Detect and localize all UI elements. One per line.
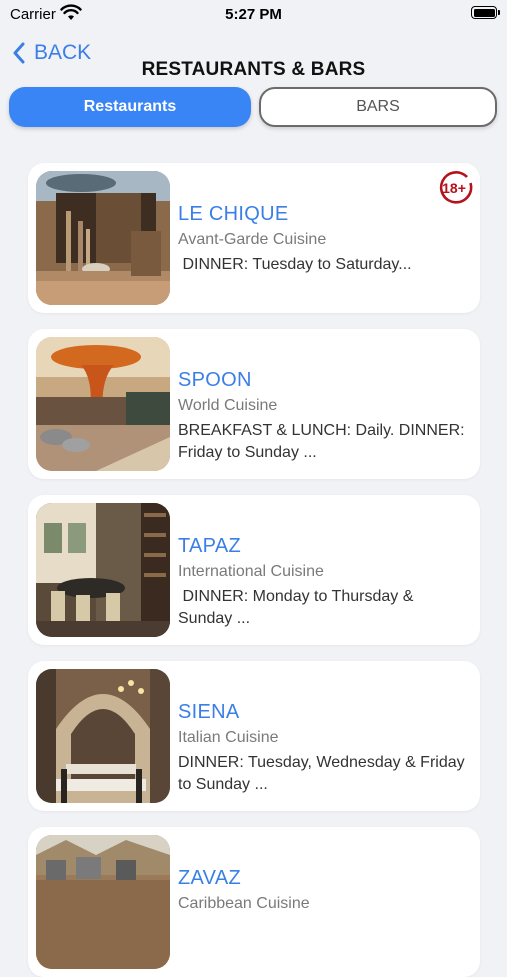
restaurant-card-siena[interactable]: SIENA Italian Cuisine DINNER: Tuesday, W…	[28, 661, 480, 811]
restaurant-hours: BREAKFAST & LUNCH: Daily. DINNER: Friday…	[178, 422, 465, 461]
restaurant-photo	[36, 171, 170, 305]
restaurant-name: ZAVAZ	[178, 867, 241, 889]
status-bar: Carrier 5:27 PM	[0, 0, 507, 30]
battery-icon	[471, 6, 500, 19]
page-title: RESTAURANTS & BARS	[141, 59, 366, 80]
restaurant-photo	[36, 503, 170, 637]
restaurant-photo	[36, 669, 170, 803]
restaurant-photo	[36, 337, 170, 471]
restaurant-card-zavaz[interactable]: ZAVAZ Caribbean Cuisine	[28, 827, 480, 977]
age-badge-label: 18+	[442, 180, 466, 196]
restaurant-cuisine: World Cuisine	[178, 397, 278, 414]
restaurant-cuisine: Avant-Garde Cuisine	[178, 231, 327, 248]
restaurant-card-tapaz[interactable]: TAPAZ International Cuisine DINNER: Mond…	[28, 495, 480, 645]
status-time: 5:27 PM	[225, 6, 282, 23]
restaurant-name: SIENA	[178, 701, 240, 723]
restaurant-photo	[36, 835, 170, 969]
restaurant-hours: DINNER: Monday to Thursday & Sunday ...	[178, 588, 418, 627]
restaurant-name: TAPAZ	[178, 535, 241, 557]
restaurant-name: LE CHIQUE	[178, 203, 289, 225]
age-18-plus-icon: 18+	[439, 171, 473, 204]
restaurant-hours: DINNER: Tuesday, Wednesday & Friday to S…	[178, 754, 465, 793]
restaurant-cuisine: International Cuisine	[178, 563, 324, 580]
restaurant-cuisine: Italian Cuisine	[178, 729, 279, 746]
restaurant-hours: DINNER: Tuesday to Saturday...	[178, 256, 412, 273]
restaurant-card-le-chique[interactable]: 18+ LE CHIQUE Avant-Garde Cuisine DINNER…	[28, 163, 480, 313]
tab-restaurants[interactable]: Restaurants	[9, 87, 251, 127]
restaurant-name: SPOON	[178, 369, 252, 391]
restaurant-cuisine: Caribbean Cuisine	[178, 895, 310, 912]
tab-bars[interactable]: BARS	[259, 87, 497, 127]
restaurant-card-spoon[interactable]: SPOON World Cuisine BREAKFAST & LUNCH: D…	[28, 329, 480, 479]
